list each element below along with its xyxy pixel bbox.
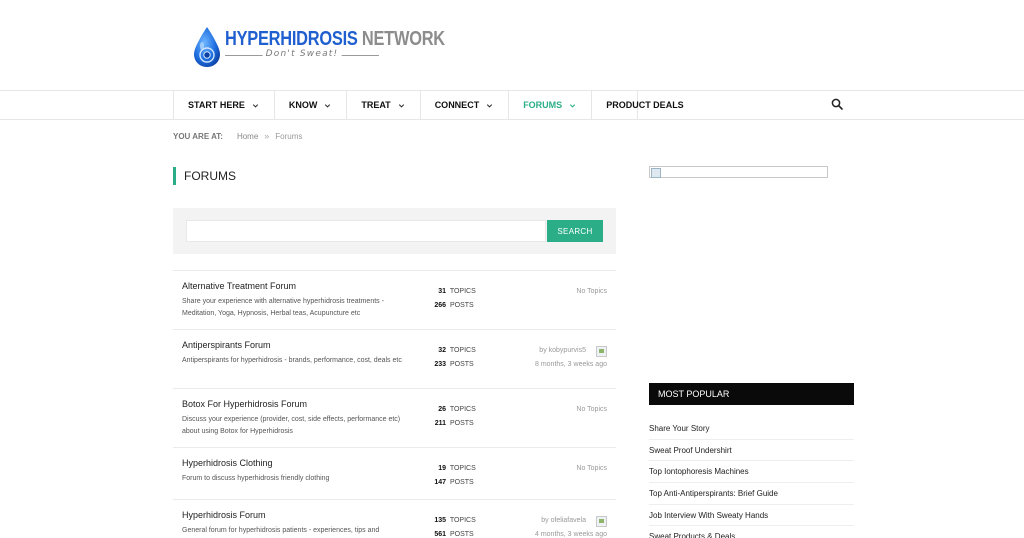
- forum-last-activity: No Topics: [576, 462, 607, 476]
- avatar[interactable]: [596, 345, 607, 357]
- forum-description: Antiperspirants for hyperhidrosis - bran…: [182, 357, 402, 364]
- water-drop-icon: [194, 27, 220, 67]
- topic-count: 135: [434, 517, 446, 524]
- forum-stats: 135 TOPICS 561 POSTS: [433, 514, 476, 538]
- forum-row: Hyperhidrosis Forum General forum for hyp…: [173, 499, 616, 538]
- last-activity-time[interactable]: 8 months, 3 weeks ago: [535, 358, 607, 372]
- nav-item-label: FORUMS: [523, 100, 563, 110]
- site-logo[interactable]: HYPERHIDROSIS NETWORK Don't Sweat!: [192, 26, 493, 68]
- forum-last-activity: by ofeliafavela 4 months, 3 weeks ago: [535, 514, 607, 538]
- post-count: 266: [434, 302, 446, 309]
- most-popular-list: Share Your Story Sweat Proof Undershirt To…: [649, 418, 854, 538]
- nav-item-start-here[interactable]: START HERE: [174, 91, 275, 119]
- sidebar-ad-image[interactable]: [649, 166, 828, 178]
- forum-row: Botox For Hyperhidrosis Forum Discuss you…: [173, 388, 616, 447]
- posts-label: POSTS: [449, 361, 474, 368]
- topic-count: 26: [438, 406, 446, 413]
- forum-title-link[interactable]: Hyperhidrosis Forum: [182, 510, 266, 520]
- forum-row: Antiperspirants Forum Antiperspirants for…: [173, 329, 616, 388]
- forum-title-link[interactable]: Hyperhidrosis Clothing: [182, 458, 273, 468]
- nav-menu: START HERE KNOW TREAT CONNECT FORUMS PRODUCT …: [173, 91, 684, 119]
- post-count: 211: [434, 420, 446, 427]
- nav-item-label: START HERE: [188, 100, 245, 110]
- topics-label: TOPICS: [449, 347, 476, 354]
- search-button[interactable]: SEARCH: [547, 220, 603, 242]
- forum-title-link[interactable]: Antiperspirants Forum: [182, 340, 271, 350]
- nav-item-forums[interactable]: FORUMS: [509, 91, 593, 119]
- breadcrumb-current: Forums: [275, 131, 303, 141]
- forum-row: Alternative Treatment Forum Share your ex…: [173, 270, 616, 329]
- search-icon[interactable]: [831, 98, 843, 110]
- chevron-down-icon: [570, 103, 576, 108]
- page-title: FORUMS: [173, 167, 236, 185]
- forum-stats: 26 TOPICS 211 POSTS: [433, 403, 476, 431]
- forum-list: Alternative Treatment Forum Share your ex…: [173, 270, 616, 538]
- nav-item-product-deals[interactable]: PRODUCT DEALS: [592, 91, 698, 119]
- nav-item-label: PRODUCT DEALS: [606, 100, 684, 110]
- breadcrumb-separator: »: [264, 131, 270, 141]
- topic-count: 19: [438, 465, 446, 472]
- topics-label: TOPICS: [449, 517, 476, 524]
- logo-tagline: Don't Sweat!: [225, 49, 379, 60]
- forum-stats: 32 TOPICS 233 POSTS: [433, 344, 476, 372]
- topics-label: TOPICS: [449, 406, 476, 413]
- forum-description: Discuss your experience (provider, cost,…: [182, 416, 401, 435]
- topics-label: TOPICS: [449, 465, 476, 472]
- chevron-down-icon: [325, 103, 331, 108]
- posts-label: POSTS: [449, 531, 474, 538]
- forum-last-activity: by kobypurvis5 8 months, 3 weeks ago: [535, 344, 607, 372]
- posts-label: POSTS: [449, 302, 474, 309]
- topics-label: TOPICS: [449, 288, 476, 295]
- last-activity-line: No Topics: [576, 406, 607, 413]
- popular-link[interactable]: Top Iontophoresis Machines: [649, 461, 854, 484]
- last-activity-line: No Topics: [576, 465, 607, 472]
- last-activity-line: No Topics: [576, 288, 607, 295]
- post-count: 147: [434, 479, 446, 486]
- nav-item-treat[interactable]: TREAT: [347, 91, 421, 119]
- forum-description: General forum for hyperhidrosis patients…: [182, 527, 380, 534]
- topic-count: 32: [438, 347, 446, 354]
- avatar[interactable]: [596, 515, 607, 527]
- popular-link[interactable]: Sweat Proof Undershirt: [649, 440, 854, 462]
- forum-description: Forum to discuss hyperhidrosis friendly …: [182, 475, 330, 482]
- chevron-down-icon: [252, 103, 258, 108]
- posts-label: POSTS: [449, 479, 474, 486]
- nav-item-label: KNOW: [288, 100, 318, 110]
- breadcrumb-label: YOU ARE AT:: [173, 131, 223, 141]
- forum-search-input[interactable]: [186, 220, 546, 242]
- popular-link[interactable]: Top Anti-Antiperspirants: Brief Guide: [649, 483, 854, 505]
- nav-item-label: TREAT: [361, 100, 391, 110]
- chevron-down-icon: [487, 103, 493, 108]
- forum-description: Share your experience with alternative h…: [182, 298, 384, 317]
- most-popular-heading: MOST POPULAR: [649, 383, 854, 405]
- nav-item-label: CONNECT: [434, 100, 480, 110]
- last-activity-time[interactable]: 4 months, 3 weeks ago: [535, 528, 607, 538]
- topic-count: 31: [438, 288, 446, 295]
- main-nav: START HERE KNOW TREAT CONNECT FORUMS PRODUCT …: [0, 90, 1024, 120]
- last-activity-line[interactable]: by ofeliafavela: [541, 514, 586, 528]
- post-count: 233: [434, 361, 446, 368]
- last-activity-line[interactable]: by kobypurvis5: [539, 344, 586, 358]
- popular-link[interactable]: Share Your Story: [649, 418, 854, 440]
- forum-last-activity: No Topics: [576, 403, 607, 417]
- posts-label: POSTS: [449, 420, 474, 427]
- breadcrumb: YOU ARE AT: Home » Forums: [173, 131, 302, 141]
- forum-title-link[interactable]: Botox For Hyperhidrosis Forum: [182, 399, 307, 409]
- nav-item-know[interactable]: KNOW: [275, 91, 348, 119]
- forum-last-activity: No Topics: [576, 285, 607, 299]
- forum-title-link[interactable]: Alternative Treatment Forum: [182, 281, 296, 291]
- popular-link[interactable]: Job Interview With Sweaty Hands: [649, 505, 854, 527]
- chevron-down-icon: [398, 103, 404, 108]
- forum-search-box: SEARCH: [173, 208, 616, 254]
- popular-link[interactable]: Sweat Products & Deals: [649, 526, 854, 538]
- breadcrumb-home-link[interactable]: Home: [237, 132, 258, 141]
- forum-row: Hyperhidrosis Clothing Forum to discuss h…: [173, 447, 616, 499]
- forum-stats: 31 TOPICS 266 POSTS: [433, 285, 476, 313]
- logo-title: HYPERHIDROSIS NETWORK: [225, 28, 445, 50]
- post-count: 561: [434, 531, 446, 538]
- forum-stats: 19 TOPICS 147 POSTS: [433, 462, 476, 490]
- nav-item-connect[interactable]: CONNECT: [421, 91, 510, 119]
